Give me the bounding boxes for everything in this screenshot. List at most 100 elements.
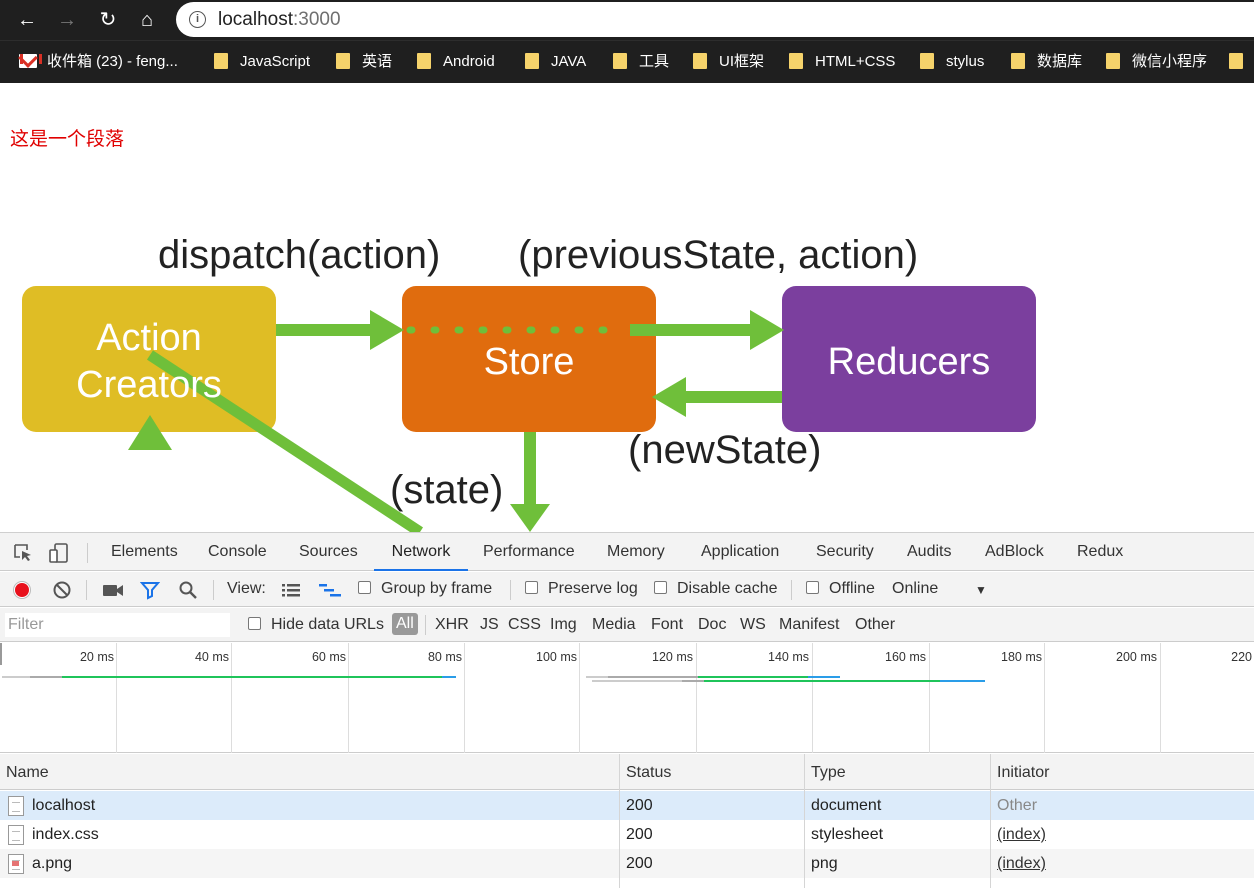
filter-type-font[interactable]: Font <box>651 616 683 634</box>
toolbar-separator <box>510 580 511 600</box>
reload-icon[interactable]: ↻ <box>95 7 121 33</box>
filter-icon[interactable] <box>140 580 160 600</box>
timeline-gridline <box>464 643 465 753</box>
tab-sources[interactable]: Sources <box>299 543 358 571</box>
capture-screenshots-icon[interactable] <box>102 581 124 599</box>
disable-cache-checkbox[interactable]: Disable cache <box>654 580 778 598</box>
devtools-panel: Elements Console Sources Network Perform… <box>0 532 1254 888</box>
filter-type-xhr[interactable]: XHR <box>435 616 469 634</box>
filter-type-doc[interactable]: Doc <box>698 616 726 634</box>
folder-icon <box>417 53 431 69</box>
column-header-status[interactable]: Status <box>626 764 671 782</box>
bookmark-tools[interactable]: 工具 <box>613 51 669 73</box>
clear-icon[interactable] <box>52 580 72 600</box>
request-initiator: Other <box>997 797 1038 814</box>
request-status: 200 <box>626 855 653 872</box>
redux-flow-diagram: dispatch(action) (previousState, action)… <box>22 233 1036 532</box>
bookmark-stylus[interactable]: stylus <box>920 51 984 73</box>
table-row[interactable]: a.png 200 png (index) <box>0 849 1254 878</box>
filter-input[interactable] <box>5 613 230 637</box>
timeline-gridline <box>1160 643 1161 753</box>
label-state: (state) <box>390 468 503 512</box>
bookmark-javascript[interactable]: JavaScript <box>214 51 310 73</box>
search-icon[interactable] <box>178 580 198 600</box>
bookmark-wechat-miniprogram[interactable]: 微信小程序 <box>1106 51 1207 73</box>
back-arrow-icon[interactable]: ← <box>14 7 40 33</box>
tab-redux[interactable]: Redux <box>1077 543 1123 571</box>
hide-data-urls-checkbox[interactable]: Hide data URLs <box>248 616 384 634</box>
device-toolbar-icon[interactable] <box>48 542 70 564</box>
bookmark-java[interactable]: JAVA <box>525 51 586 73</box>
bookmark-html-css[interactable]: HTML+CSS <box>789 51 895 73</box>
filter-type-other[interactable]: Other <box>855 616 895 634</box>
timeline-gridline <box>116 643 117 753</box>
filter-type-css[interactable]: CSS <box>508 616 541 634</box>
request-bar-png-ttfb <box>704 680 940 682</box>
filter-type-media[interactable]: Media <box>592 616 636 634</box>
timeline-gridline <box>696 643 697 753</box>
toolbar-separator <box>791 580 792 600</box>
info-icon[interactable]: i <box>189 11 206 28</box>
bookmark-overflow[interactable] <box>1229 51 1254 73</box>
folder-icon <box>920 53 934 69</box>
home-icon[interactable]: ⌂ <box>134 7 160 33</box>
bookmark-ui-frameworks[interactable]: UI框架 <box>693 51 764 73</box>
offline-checkbox[interactable]: Offline <box>806 580 875 598</box>
request-type: stylesheet <box>811 826 884 843</box>
filter-type-js[interactable]: JS <box>480 616 499 634</box>
group-by-frame-checkbox[interactable]: Group by frame <box>358 580 492 598</box>
tab-memory[interactable]: Memory <box>607 543 665 571</box>
tab-console[interactable]: Console <box>208 543 267 571</box>
filter-type-img[interactable]: Img <box>550 616 577 634</box>
table-row[interactable]: localhost 200 document Other <box>0 791 1254 820</box>
waterfall-view-icon[interactable] <box>318 582 342 598</box>
stylesheet-file-icon <box>8 825 24 845</box>
column-divider[interactable] <box>990 754 991 888</box>
filter-type-manifest[interactable]: Manifest <box>779 616 839 634</box>
list-view-icon[interactable] <box>281 582 301 598</box>
preserve-log-checkbox[interactable]: Preserve log <box>525 580 638 598</box>
timeline-tick: 180 ms <box>1001 650 1042 664</box>
bookmark-english[interactable]: 英语 <box>336 51 392 73</box>
timeline-tick: 120 ms <box>652 650 693 664</box>
chevron-down-icon[interactable]: ▼ <box>975 583 987 597</box>
request-initiator-link[interactable]: (index) <box>997 855 1046 873</box>
tab-application[interactable]: Application <box>701 543 779 571</box>
column-header-name[interactable]: Name <box>6 764 49 782</box>
tab-audits[interactable]: Audits <box>907 543 951 571</box>
column-header-initiator[interactable]: Initiator <box>997 764 1049 782</box>
column-header-type[interactable]: Type <box>811 764 846 782</box>
column-divider[interactable] <box>804 754 805 888</box>
bookmark-android[interactable]: Android <box>417 51 495 73</box>
bookmark-database[interactable]: 数据库 <box>1011 51 1082 73</box>
timeline-tick: 140 ms <box>768 650 809 664</box>
bookmark-inbox[interactable]: 收件箱 (23) - feng... <box>19 51 178 73</box>
tab-adblock[interactable]: AdBlock <box>985 543 1044 571</box>
timeline-tick: 80 ms <box>427 650 462 664</box>
filter-type-ws[interactable]: WS <box>740 616 766 634</box>
forward-arrow-icon[interactable]: → <box>54 7 80 33</box>
address-bar[interactable]: i localhost:3000 <box>176 2 1254 37</box>
column-divider[interactable] <box>619 754 620 888</box>
timeline-tick: 20 ms <box>79 650 114 664</box>
tab-performance[interactable]: Performance <box>483 543 575 571</box>
throttling-select[interactable]: Online <box>892 580 938 598</box>
request-bar-localhost-ttfb <box>62 676 442 678</box>
timeline-tick: 100 ms <box>536 650 577 664</box>
tab-security[interactable]: Security <box>816 543 874 571</box>
filter-type-all[interactable]: All <box>392 613 418 635</box>
table-row[interactable]: index.css 200 stylesheet (index) <box>0 820 1254 849</box>
tab-network[interactable]: Network <box>374 543 468 571</box>
tab-elements[interactable]: Elements <box>111 543 178 571</box>
folder-icon <box>525 53 539 69</box>
timeline-start-marker <box>0 643 2 665</box>
store-label: Store <box>484 341 575 383</box>
url-text: localhost:3000 <box>218 9 341 30</box>
page-paragraph: 这是一个段落 <box>10 129 125 150</box>
toolbar-separator <box>213 580 214 600</box>
request-initiator-link[interactable]: (index) <box>997 826 1046 844</box>
label-dispatch: dispatch(action) <box>158 233 440 277</box>
network-overview-timeline[interactable]: 20 ms 40 ms 60 ms 80 ms 100 ms 120 ms 14… <box>0 643 1254 753</box>
record-icon[interactable] <box>12 580 32 600</box>
inspect-element-icon[interactable] <box>12 542 34 564</box>
